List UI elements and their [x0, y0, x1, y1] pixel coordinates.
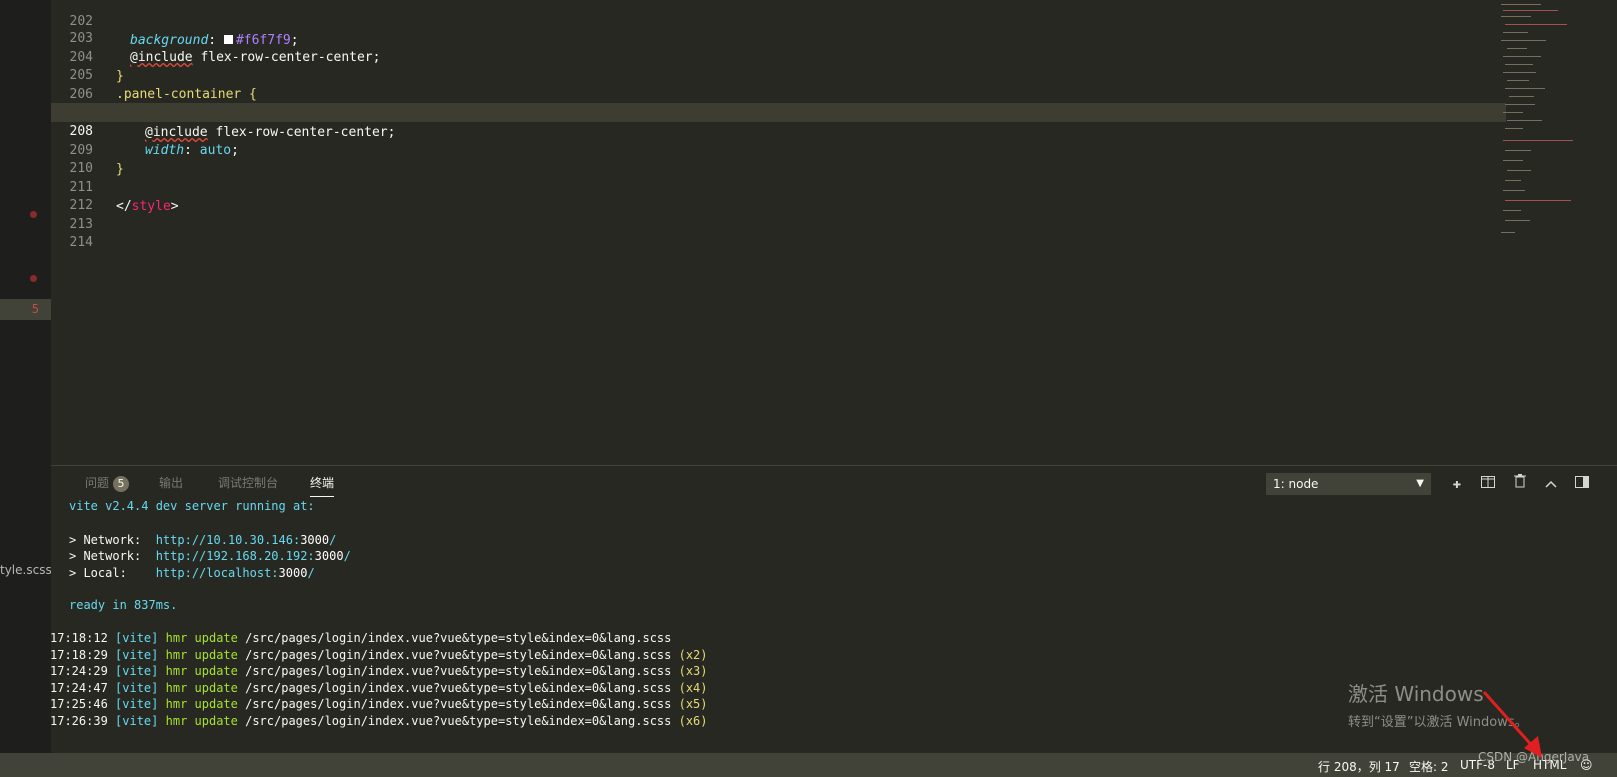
- code-line-current: 208 width: auto;: [51, 103, 1506, 158]
- trash-icon[interactable]: [1510, 474, 1530, 494]
- status-bar: 行 208，列 17 空格: 2 UTF-8 LF HTML ☺: [0, 753, 1617, 777]
- minimap[interactable]: [1499, 0, 1577, 245]
- terminal-line: > Local: http://localhost:3000/: [69, 565, 315, 581]
- code-line: 212: [51, 177, 1506, 213]
- log-tag: [vite]: [115, 631, 159, 645]
- terminal-link[interactable]: http://localhost:: [156, 566, 279, 580]
- log-tag: [vite]: [115, 648, 159, 662]
- log-path: /src/pages/login/index.vue?vue&type=styl…: [245, 714, 672, 728]
- terminal-label: > Network:: [69, 533, 142, 547]
- breakpoint-dot[interactable]: [30, 275, 37, 282]
- log-path: /src/pages/login/index.vue?vue&type=styl…: [245, 681, 672, 695]
- terminal-log-line: 17:18:12 [vite] hmr update /src/pages/lo…: [50, 630, 679, 646]
- code-line: 211 </style>: [51, 159, 1506, 214]
- terminal-port: 3000: [314, 549, 344, 563]
- log-count: (x2): [678, 648, 708, 662]
- log-tag: [vite]: [115, 664, 159, 678]
- terminal-select[interactable]: 1: node ▼: [1266, 473, 1431, 495]
- terminal-log-line: 17:26:39 [vite] hmr update /src/pages/lo…: [50, 713, 708, 729]
- log-count: (x5): [678, 697, 708, 711]
- terminal-log-line: 17:24:29 [vite] hmr update /src/pages/lo…: [50, 663, 708, 679]
- tab-problems[interactable]: 问题 5: [85, 474, 130, 492]
- log-tag: [vite]: [115, 681, 159, 695]
- log-path: /src/pages/login/index.vue?vue&type=styl…: [245, 631, 672, 645]
- tab-output[interactable]: 输出: [159, 474, 183, 491]
- terminal-port: 3000: [278, 566, 308, 580]
- code-line: 209 }: [51, 122, 1506, 177]
- log-action: hmr update: [165, 714, 238, 728]
- breakpoint-dot[interactable]: [30, 211, 37, 218]
- log-count: (x6): [678, 714, 708, 728]
- log-time: 17:26:39: [50, 714, 108, 728]
- terminal-link[interactable]: http://10.10.30.146:: [156, 533, 301, 547]
- tab-label: 问题: [85, 476, 110, 490]
- log-count: (x4): [678, 681, 708, 695]
- log-path: /src/pages/login/index.vue?vue&type=styl…: [245, 648, 672, 662]
- log-time: 17:25:46: [50, 697, 108, 711]
- log-time: 17:24:47: [50, 681, 108, 695]
- log-path: /src/pages/login/index.vue?vue&type=styl…: [245, 664, 672, 678]
- terminal-label: > Local:: [69, 566, 127, 580]
- log-count: (x3): [678, 664, 708, 678]
- line-number: 214: [69, 235, 93, 250]
- terminal-log-line: 17:25:46 [vite] hmr update /src/pages/lo…: [50, 696, 708, 712]
- explorer-file-item[interactable]: tyle.scss: [0, 563, 51, 577]
- log-action: hmr update: [165, 697, 238, 711]
- terminal-link[interactable]: http://192.168.20.192:: [156, 549, 315, 563]
- terminal-link: /: [307, 566, 315, 580]
- terminal-ready: ready in 837ms.: [69, 598, 178, 612]
- split-icon[interactable]: [1478, 474, 1498, 494]
- explorer-strip: 5 tyle.scss: [0, 0, 51, 753]
- panel-layout-icon[interactable]: [1572, 474, 1592, 494]
- problems-badge: 5: [0, 299, 51, 320]
- terminal-line: > Network: http://192.168.20.192:3000/: [69, 548, 351, 564]
- tab-debug-console[interactable]: 调试控制台: [218, 474, 278, 491]
- code-line: 214: [51, 214, 1506, 250]
- code-line: 204 }: [51, 29, 1506, 84]
- log-tag: [vite]: [115, 697, 159, 711]
- log-time: 17:18:12: [50, 631, 108, 645]
- log-tag: [vite]: [115, 714, 159, 728]
- log-action: hmr update: [165, 631, 238, 645]
- log-path: /src/pages/login/index.vue?vue&type=styl…: [245, 697, 672, 711]
- code-line: 213: [51, 196, 1506, 232]
- terminal-link: /: [343, 549, 351, 563]
- terminal-line: > Network: http://10.10.30.146:3000/: [69, 532, 336, 548]
- log-action: hmr update: [165, 664, 238, 678]
- code-line: 207 @include flex-row-center-center;: [51, 85, 1506, 140]
- terminal-select-value: 1: node: [1273, 477, 1319, 491]
- cursor-position[interactable]: 行 208，列 17: [1318, 758, 1400, 775]
- terminal-link: /: [329, 533, 337, 547]
- plus-icon[interactable]: ✚: [1447, 474, 1467, 494]
- code-line: 210: [51, 140, 1506, 176]
- code-line: 206 position: relative;: [51, 66, 1506, 121]
- code-line: 203 @include flex-row-center-center;: [51, 10, 1506, 65]
- problems-count-badge: 5: [113, 476, 130, 492]
- chevron-down-icon: ▼: [1416, 478, 1424, 489]
- indentation-status[interactable]: 空格: 2: [1409, 758, 1449, 775]
- log-time: 17:24:29: [50, 664, 108, 678]
- tab-terminal[interactable]: 终端: [310, 474, 335, 497]
- terminal-port: 3000: [300, 533, 330, 547]
- code-editor[interactable]: 202 background: #f6f7f9; 203 @include fl…: [51, 0, 1617, 465]
- terminal-log-line: 17:24:47 [vite] hmr update /src/pages/lo…: [50, 680, 708, 696]
- code-line: 205 .panel-container {: [51, 47, 1506, 102]
- log-action: hmr update: [165, 681, 238, 695]
- log-time: 17:18:29: [50, 648, 108, 662]
- chevron-up-icon[interactable]: [1541, 474, 1561, 494]
- red-annotation-arrow-icon: [1482, 691, 1542, 758]
- terminal-log-line: 17:18:29 [vite] hmr update /src/pages/lo…: [50, 647, 708, 663]
- terminal-label: > Network:: [69, 549, 142, 563]
- terminal-banner: vite v2.4.4 dev server running at:: [69, 499, 315, 513]
- log-action: hmr update: [165, 648, 238, 662]
